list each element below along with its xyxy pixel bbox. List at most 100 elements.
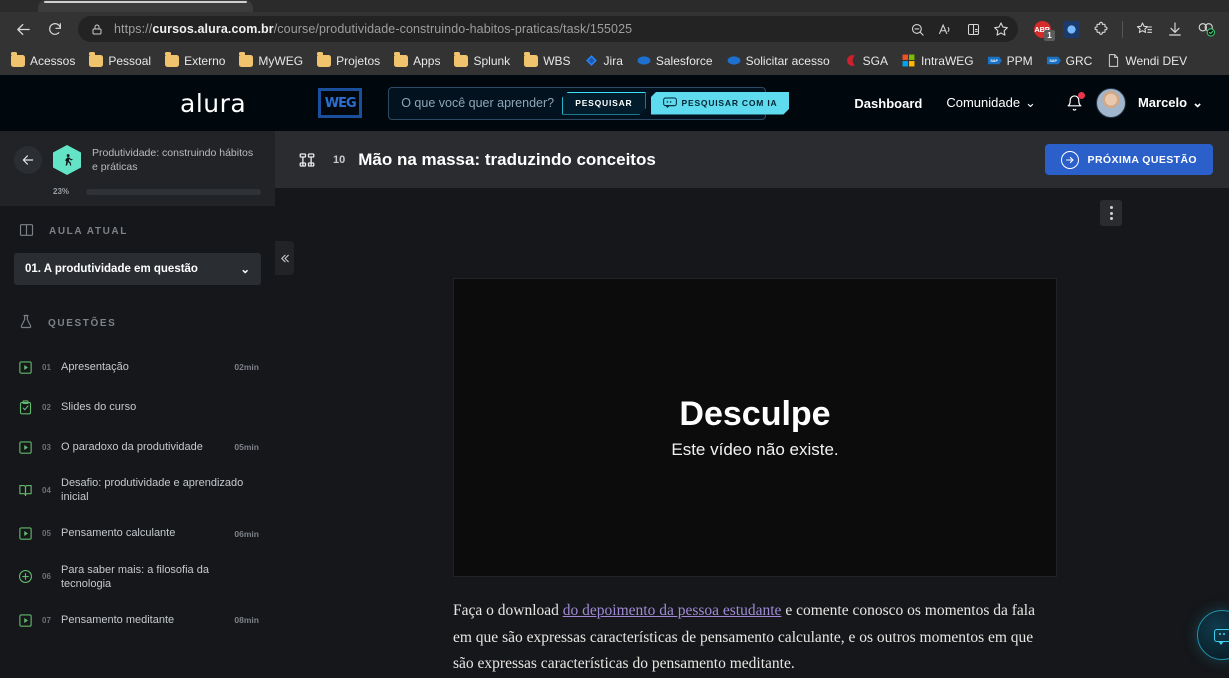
adblock-plus-icon[interactable]: ABP 1 (1028, 16, 1056, 42)
back-arrow-icon[interactable] (14, 146, 42, 174)
bookmark-externo[interactable]: Externo (158, 51, 232, 71)
paragraph-before: Faça o download (453, 602, 563, 619)
nav-user-menu[interactable]: Marcelo ⌄ (1126, 95, 1215, 111)
bookmark-intraweg[interactable]: IntraWEG (895, 51, 981, 71)
search-bar[interactable]: PESQUISAR PESQUISAR COM IA (388, 86, 766, 120)
arrow-right-circle-icon (1060, 150, 1079, 169)
bookmark-label: Externo (184, 53, 226, 68)
bookmark-label: Jira (603, 53, 623, 68)
address-bar[interactable]: https://cursos.alura.com.br/course/produ… (78, 16, 1018, 42)
bookmark-splunk[interactable]: Splunk (447, 51, 517, 71)
chevron-down-icon: ⌄ (1025, 95, 1036, 110)
question-item[interactable]: 07 Pensamento meditante 08min (0, 600, 275, 640)
download-icon[interactable] (1160, 15, 1190, 43)
question-label: Apresentação (61, 360, 129, 373)
zoom-out-icon[interactable] (904, 17, 930, 41)
question-label: Slides do curso (61, 400, 137, 413)
nav-dashboard[interactable]: Dashboard (842, 96, 934, 111)
bookmark-sga[interactable]: SGA (837, 51, 895, 71)
back-arrow-icon[interactable] (8, 15, 38, 43)
question-item[interactable]: 06 Para saber mais: a filosofia da tecnol… (0, 554, 275, 601)
bookmark-grc[interactable]: SAP GRC (1040, 51, 1100, 71)
video-icon (18, 526, 33, 541)
microsoft-icon (902, 54, 916, 68)
favorites-list-icon[interactable] (1129, 15, 1159, 43)
bookmark-acessos[interactable]: Acessos (4, 51, 82, 71)
bookmark-apps[interactable]: Apps (387, 51, 447, 71)
bookmark-pessoal[interactable]: Pessoal (82, 51, 158, 71)
ai-chat-bubble-icon[interactable] (1197, 610, 1229, 660)
search-button[interactable]: PESQUISAR (562, 92, 645, 115)
browser-chrome: https://cursos.alura.com.br/course/produ… (0, 0, 1229, 75)
question-item[interactable]: 02 Slides do curso (0, 387, 275, 427)
bookmark-wendi-dev[interactable]: Wendi DEV (1099, 51, 1194, 71)
next-question-button[interactable]: PRÓXIMA QUESTÃO (1044, 144, 1213, 175)
question-item[interactable]: 03 O paradoxo da produtividade 05min (0, 427, 275, 467)
course-card: Produtividade: construindo hábitos e prá… (0, 131, 275, 206)
task-description: Faça o download do depoimento da pessoa … (453, 598, 1053, 678)
next-question-label: PRÓXIMA QUESTÃO (1087, 153, 1197, 166)
bookmark-label: Apps (413, 53, 441, 68)
folder-icon (239, 52, 254, 67)
sidebar-collapse-button[interactable] (275, 241, 294, 275)
bookmark-label: IntraWEG (920, 53, 974, 68)
bookmark-jira[interactable]: Jira (578, 51, 630, 71)
bookmark-label: Wendi DEV (1125, 53, 1188, 68)
plus-circle-icon (18, 569, 33, 584)
read-aloud-icon[interactable] (932, 17, 958, 41)
folder-icon (11, 52, 25, 67)
reload-icon[interactable] (40, 15, 70, 43)
bookmark-ppm[interactable]: SAP PPM (981, 51, 1040, 71)
bookmark-label: PPM (1006, 53, 1033, 68)
browser-tab[interactable] (38, 0, 253, 12)
omnibox-actions (904, 17, 1014, 41)
avatar[interactable] (1095, 88, 1126, 118)
bookmark-salesforce[interactable]: Salesforce (630, 51, 720, 71)
extension-blue-icon[interactable] (1057, 16, 1085, 42)
question-list: 01 Apresentação 02min 02 Slides do curso 03 O … (0, 347, 275, 640)
nav-comunidade[interactable]: Comunidade ⌄ (934, 95, 1048, 111)
more-vertical-icon[interactable] (1100, 200, 1122, 226)
bookmark-label: MyWEG (258, 53, 304, 68)
folder-icon (394, 52, 409, 67)
search-with-ai-button[interactable]: PESQUISAR COM IA (651, 92, 790, 115)
task-number: 10 (333, 153, 346, 166)
bookmark-myweg[interactable]: MyWEG (232, 51, 310, 71)
chat-bubble-glyph (1213, 628, 1229, 645)
question-duration: 02min (234, 362, 259, 372)
search-input[interactable] (401, 96, 563, 110)
bookmark-solicitar-acesso[interactable]: Solicitar acesso (720, 51, 837, 71)
bookmark-label: WBS (543, 53, 571, 68)
extensions-icon[interactable] (1086, 15, 1116, 43)
question-item[interactable]: 01 Apresentação 02min (0, 347, 275, 387)
sap-icon: SAP (987, 54, 1002, 68)
lesson-select[interactable]: 01. A produtividade em questão ⌄ (14, 253, 261, 285)
question-label: Desafio: produtividade e aprendizado ini… (61, 477, 244, 504)
video-player[interactable]: Desculpe Este vídeo não existe. (453, 278, 1057, 577)
bookmark-projetos[interactable]: Projetos (310, 51, 387, 71)
sga-icon (844, 54, 858, 68)
bookmark-label: Pessoal (108, 53, 152, 68)
video-error-title: Desculpe (679, 395, 831, 433)
flask-icon (18, 313, 34, 333)
nav-comunidade-label: Comunidade (946, 95, 1021, 110)
section-label-questoes: QUESTÕES (48, 317, 117, 329)
browser-profile-icon[interactable] (1191, 15, 1221, 43)
bell-icon[interactable] (1062, 90, 1088, 116)
salesforce-icon (727, 54, 741, 68)
alura-logo[interactable]: alura (180, 89, 246, 118)
bookmark-label: SGA (862, 53, 888, 68)
depoimento-link[interactable]: do depoimento da pessoa estudante (563, 602, 782, 619)
toolbar-separator (1122, 20, 1123, 38)
bookmark-wbs[interactable]: WBS (517, 51, 577, 71)
lock-icon (88, 23, 106, 36)
question-item[interactable]: 04 Desafio: produtividade e aprendizado i… (0, 467, 275, 514)
task-paragraph: Faça o download do depoimento da pessoa … (453, 598, 1053, 678)
question-item[interactable]: 05 Pensamento calculante 06min (0, 514, 275, 554)
svg-text:SAP: SAP (1049, 59, 1057, 63)
kebab-dot (1109, 206, 1113, 209)
browser-tabstrip (0, 0, 1229, 12)
star-icon[interactable] (988, 17, 1014, 41)
immersive-reader-icon[interactable] (960, 17, 986, 41)
sap-icon: SAP (1046, 54, 1061, 68)
